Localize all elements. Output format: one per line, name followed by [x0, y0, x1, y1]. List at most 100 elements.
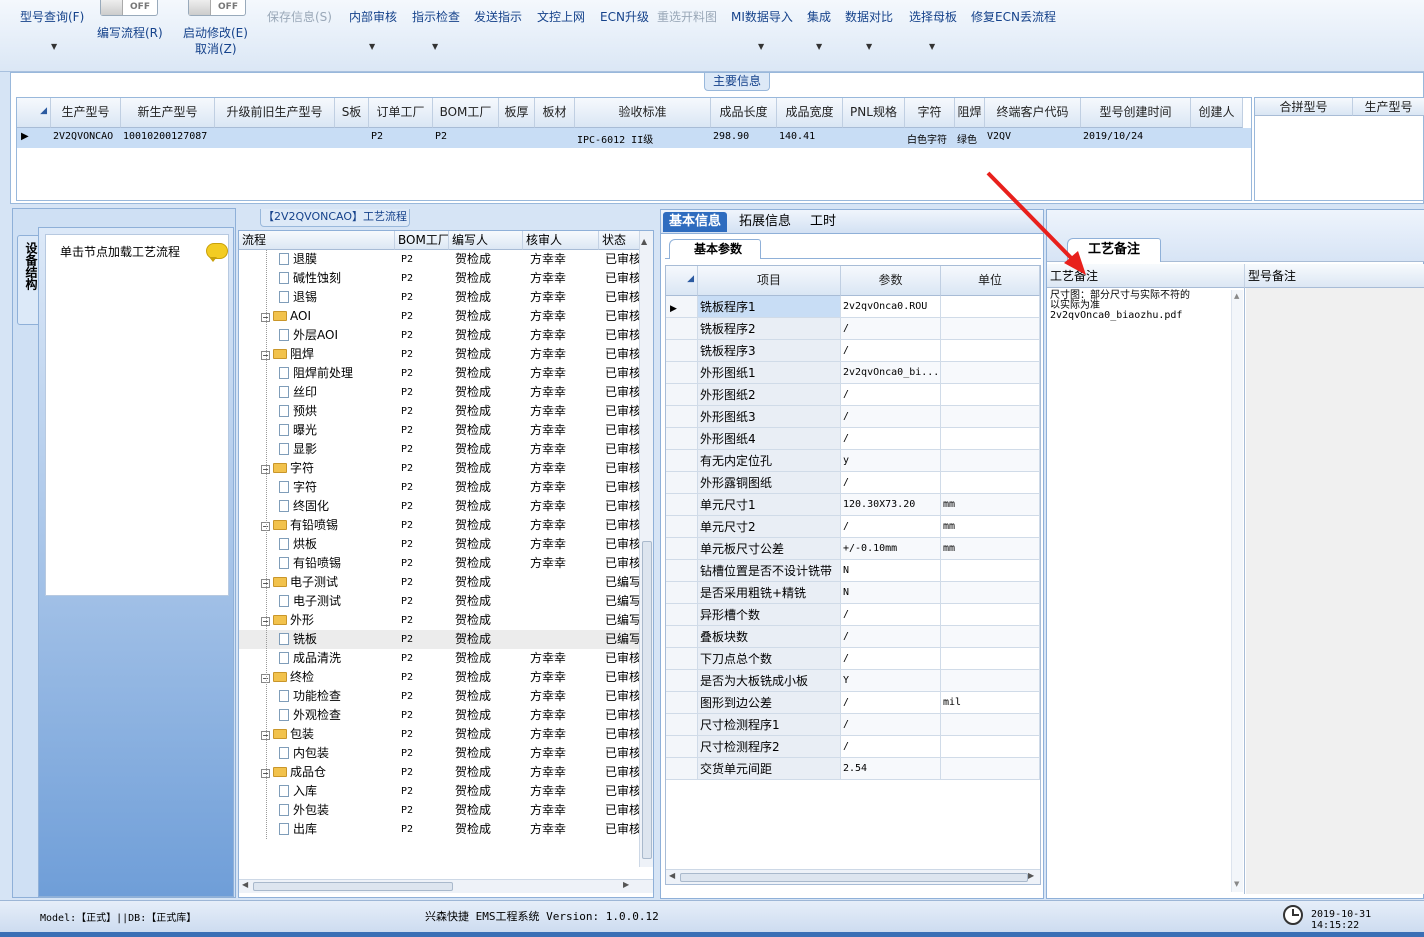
column-header[interactable]: 订单工厂: [369, 98, 433, 128]
vertical-scrollbar[interactable]: ▲: [639, 231, 653, 867]
tree-row[interactable]: 有铅喷锡 P2 贺检成 方幸幸 已审核: [239, 554, 639, 573]
column-header[interactable]: 合拼型号: [1255, 98, 1353, 116]
table-cell[interactable]: 绿色: [957, 131, 983, 146]
param-value[interactable]: /: [841, 384, 941, 406]
tree-row[interactable]: − 外形 P2 贺检成 已编写: [239, 611, 639, 630]
edit-flow-button[interactable]: 编写流程(R): [97, 24, 163, 41]
param-unit[interactable]: [941, 318, 1040, 340]
table-cell[interactable]: 140.41: [779, 131, 841, 142]
param-value[interactable]: /: [841, 604, 941, 626]
select-motherboard-button[interactable]: 选择母板: [909, 8, 957, 25]
chevron-down-icon[interactable]: ▼: [929, 42, 935, 51]
param-value[interactable]: /: [841, 472, 941, 494]
param-row[interactable]: 单元尺寸2 / mm: [666, 516, 1040, 538]
column-header[interactable]: BOM工厂: [395, 231, 449, 250]
tree-row[interactable]: 出库 P2 贺检成 方幸幸 已审核: [239, 820, 639, 839]
param-value[interactable]: /: [841, 428, 941, 450]
column-header[interactable]: 创建人: [1191, 98, 1243, 128]
chevron-down-icon[interactable]: ▼: [866, 42, 872, 51]
tree-row[interactable]: 外包装 P2 贺检成 方幸幸 已审核: [239, 801, 639, 820]
column-header[interactable]: 生产型号: [51, 98, 121, 128]
cancel-button[interactable]: 取消(Z): [195, 40, 237, 57]
table-cell[interactable]: 2V2QVONCAO: [53, 131, 119, 142]
param-unit[interactable]: [941, 450, 1040, 472]
param-row[interactable]: 单元板尺寸公差 +/-0.10mm mm: [666, 538, 1040, 560]
model-query-button[interactable]: 型号查询(F): [20, 8, 84, 25]
param-row[interactable]: 外形图纸1 2v2qvOnca0_bi...: [666, 362, 1040, 384]
vertical-scrollbar[interactable]: ▲ ▼: [1231, 290, 1243, 892]
tree-row[interactable]: − 终检 P2 贺检成 方幸幸 已审核: [239, 668, 639, 687]
param-value[interactable]: /: [841, 692, 941, 714]
param-unit[interactable]: [941, 384, 1040, 406]
tree-row[interactable]: − 包装 P2 贺检成 方幸幸 已审核: [239, 725, 639, 744]
column-header[interactable]: 编写人: [449, 231, 523, 250]
param-unit[interactable]: [941, 296, 1040, 318]
param-value[interactable]: 2v2qvOnca0_bi...: [841, 362, 941, 384]
param-unit[interactable]: [941, 340, 1040, 362]
param-value[interactable]: y: [841, 450, 941, 472]
param-row[interactable]: 叠板块数 /: [666, 626, 1040, 648]
save-info-button[interactable]: 保存信息(S): [267, 8, 332, 25]
column-header[interactable]: 流程: [239, 231, 395, 250]
tree-row[interactable]: − 阻焊 P2 贺检成 方幸幸 已审核: [239, 345, 639, 364]
param-row[interactable]: 有无内定位孔 y: [666, 450, 1040, 472]
tree-row[interactable]: 外观检查 P2 贺检成 方幸幸 已审核: [239, 706, 639, 725]
param-unit[interactable]: [941, 670, 1040, 692]
param-unit[interactable]: mm: [941, 538, 1040, 560]
tree-row[interactable]: 终固化 P2 贺检成 方幸幸 已审核: [239, 497, 639, 516]
chevron-down-icon[interactable]: ▼: [816, 42, 822, 51]
tree-row[interactable]: − 有铅喷锡 P2 贺检成 方幸幸 已审核: [239, 516, 639, 535]
column-header[interactable]: PNL规格: [843, 98, 905, 128]
subtab-basic-params[interactable]: 基本参数: [669, 239, 762, 259]
param-row[interactable]: 尺寸检测程序2 /: [666, 736, 1040, 758]
column-header[interactable]: 成品长度: [711, 98, 777, 128]
param-row[interactable]: 是否为大板铣成小板 Y: [666, 670, 1040, 692]
column-header[interactable]: 板材: [535, 98, 575, 128]
reselect-cutting-chart-button[interactable]: 重选开料图: [657, 8, 717, 25]
scroll-up-icon[interactable]: ▲: [641, 237, 647, 246]
param-value[interactable]: /: [841, 714, 941, 736]
scroll-down-icon[interactable]: ▼: [1234, 880, 1239, 888]
column-header[interactable]: 新生产型号: [121, 98, 215, 128]
column-header[interactable]: 核审人: [523, 231, 599, 250]
param-unit[interactable]: [941, 604, 1040, 626]
doc-control-online-button[interactable]: 文控上网: [537, 8, 585, 25]
tree-row[interactable]: 预烘 P2 贺检成 方幸幸 已审核: [239, 402, 639, 421]
tree-row[interactable]: 入库 P2 贺检成 方幸幸 已审核: [239, 782, 639, 801]
param-value[interactable]: /: [841, 648, 941, 670]
tree-row[interactable]: 功能检查 P2 贺检成 方幸幸 已审核: [239, 687, 639, 706]
param-unit[interactable]: [941, 472, 1040, 494]
instruction-check-button[interactable]: 指示检查: [412, 8, 460, 25]
param-unit[interactable]: [941, 714, 1040, 736]
scrollbar-thumb[interactable]: [253, 882, 453, 891]
tree-row[interactable]: 成品清洗 P2 贺检成 方幸幸 已审核: [239, 649, 639, 668]
equipment-tree[interactable]: 单击节点加载工艺流程: [45, 234, 229, 596]
column-header[interactable]: 项目: [698, 266, 841, 296]
param-row[interactable]: 外形图纸3 /: [666, 406, 1040, 428]
param-value[interactable]: +/-0.10mm: [841, 538, 941, 560]
tree-row[interactable]: 内包装 P2 贺检成 方幸幸 已审核: [239, 744, 639, 763]
chevron-down-icon[interactable]: ▼: [758, 42, 764, 51]
scroll-left-icon[interactable]: ◀: [242, 880, 248, 889]
tree-row[interactable]: 曝光 P2 贺检成 方幸幸 已审核: [239, 421, 639, 440]
scroll-right-icon[interactable]: ▶: [623, 880, 629, 889]
chevron-down-icon[interactable]: ▼: [51, 42, 57, 51]
param-unit[interactable]: [941, 560, 1040, 582]
param-row[interactable]: 外形露铜图纸 /: [666, 472, 1040, 494]
column-header[interactable]: 生产型号: [1353, 98, 1424, 116]
param-value[interactable]: 2v2qvOnca0.ROU: [841, 296, 941, 318]
process-notes-text[interactable]: 尺寸图：部分尺寸与实际不符的 以实际为准 2v2qvOnca0_biaozhu.pd…: [1050, 291, 1225, 321]
param-unit[interactable]: [941, 582, 1040, 604]
param-row[interactable]: 外形图纸2 /: [666, 384, 1040, 406]
param-unit[interactable]: [941, 648, 1040, 670]
table-cell[interactable]: 298.90: [713, 131, 775, 142]
table-cell[interactable]: V2QV: [987, 131, 1079, 142]
send-instruction-button[interactable]: 发送指示: [474, 8, 522, 25]
scrollbar-thumb[interactable]: [680, 873, 1028, 882]
column-header[interactable]: 升级前旧生产型号: [215, 98, 335, 128]
tree-row[interactable]: 铣板 P2 贺检成 已编写: [239, 630, 639, 649]
param-row[interactable]: 交货单元间距 2.54: [666, 758, 1040, 780]
table-cell[interactable]: 白色字符: [907, 131, 953, 146]
param-unit[interactable]: [941, 736, 1040, 758]
scroll-left-icon[interactable]: ◀: [669, 871, 675, 880]
